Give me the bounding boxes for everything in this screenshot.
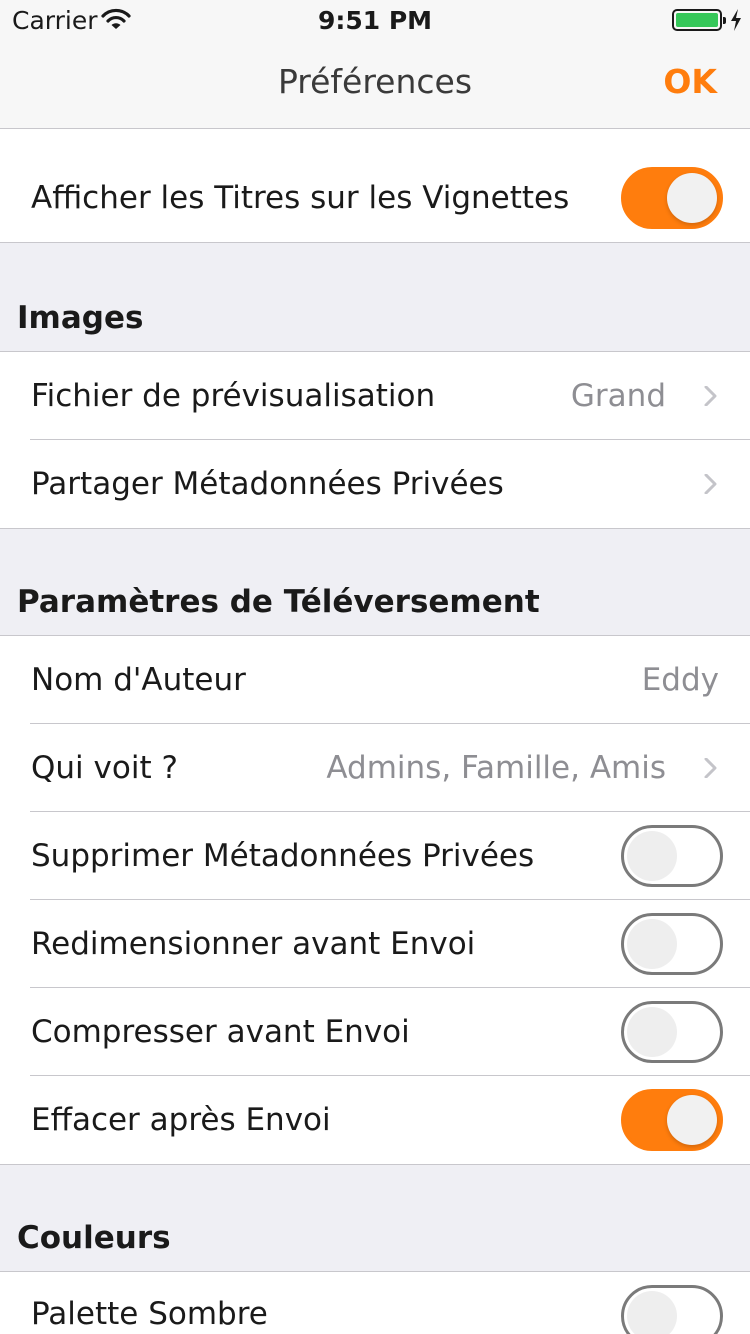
settings-scroll-view[interactable]: Afficher les Titres sur les Vignettes Im… <box>0 0 750 1334</box>
resize-toggle[interactable] <box>621 913 723 975</box>
delete-after-upload-toggle[interactable] <box>621 1089 723 1151</box>
row-value: Eddy <box>641 662 719 698</box>
row-label: Qui voit ? <box>31 750 178 786</box>
show-titles-toggle[interactable] <box>621 167 723 229</box>
row-label: Afficher les Titres sur les Vignettes <box>31 180 570 216</box>
row-label: Redimensionner avant Envoi <box>31 926 476 962</box>
battery-icon <box>672 9 726 31</box>
preferences-screen: Afficher les Titres sur les Vignettes Im… <box>0 0 750 1334</box>
status-time: 9:51 PM <box>317 6 433 35</box>
section-header-colors: Couleurs <box>17 1220 171 1256</box>
row-label: Nom d'Auteur <box>31 662 246 698</box>
toggle-knob <box>667 1095 717 1145</box>
row-share-private-metadata[interactable]: Partager Métadonnées Privées <box>0 439 750 528</box>
toggle-knob <box>627 1291 677 1334</box>
row-label: Palette Sombre <box>31 1296 268 1332</box>
row-show-titles[interactable]: Afficher les Titres sur les Vignettes <box>0 154 750 242</box>
row-value: Grand <box>570 378 666 414</box>
chevron-right-icon <box>700 386 720 406</box>
colors-group: Palette Sombre <box>0 1271 750 1334</box>
row-label: Effacer après Envoi <box>31 1102 331 1138</box>
section-header-images: Images <box>17 300 144 336</box>
row-strip-private-metadata[interactable]: Supprimer Métadonnées Privées <box>0 811 750 900</box>
row-label: Partager Métadonnées Privées <box>31 466 504 502</box>
navigation-bar: Carrier 9:51 PM Préférences OK <box>0 0 750 129</box>
chevron-right-icon <box>700 758 720 778</box>
strip-metadata-toggle[interactable] <box>621 825 723 887</box>
row-preview-file[interactable]: Fichier de prévisualisation Grand <box>0 352 750 440</box>
toggle-knob <box>667 173 717 223</box>
row-resize-before-upload[interactable]: Redimensionner avant Envoi <box>0 899 750 988</box>
battery-level <box>676 13 718 27</box>
row-label: Compresser avant Envoi <box>31 1014 410 1050</box>
row-author-name[interactable]: Nom d'Auteur Eddy <box>0 636 750 724</box>
row-label: Supprimer Métadonnées Privées <box>31 838 535 874</box>
toggle-knob <box>627 919 677 969</box>
images-group: Fichier de prévisualisation Grand Partag… <box>0 351 750 529</box>
row-value: Admins, Famille, Amis <box>326 750 666 786</box>
ok-button[interactable]: OK <box>663 62 717 101</box>
section-header-upload: Paramètres de Téléversement <box>17 584 540 620</box>
upload-group: Nom d'Auteur Eddy Qui voit ? Admins, Fam… <box>0 635 750 1165</box>
charging-bolt-icon <box>730 9 742 31</box>
dark-palette-toggle[interactable] <box>621 1285 723 1334</box>
page-title: Préférences <box>277 62 473 101</box>
chevron-right-icon <box>700 474 720 494</box>
row-dark-palette[interactable]: Palette Sombre <box>0 1272 750 1334</box>
compress-toggle[interactable] <box>621 1001 723 1063</box>
thumbnail-settings-group: Afficher les Titres sur les Vignettes <box>0 154 750 243</box>
row-who-sees[interactable]: Qui voit ? Admins, Famille, Amis <box>0 723 750 812</box>
toggle-knob <box>627 1007 677 1057</box>
row-label: Fichier de prévisualisation <box>31 378 436 414</box>
toggle-knob <box>627 831 677 881</box>
row-delete-after-upload[interactable]: Effacer après Envoi <box>0 1075 750 1164</box>
row-compress-before-upload[interactable]: Compresser avant Envoi <box>0 987 750 1076</box>
